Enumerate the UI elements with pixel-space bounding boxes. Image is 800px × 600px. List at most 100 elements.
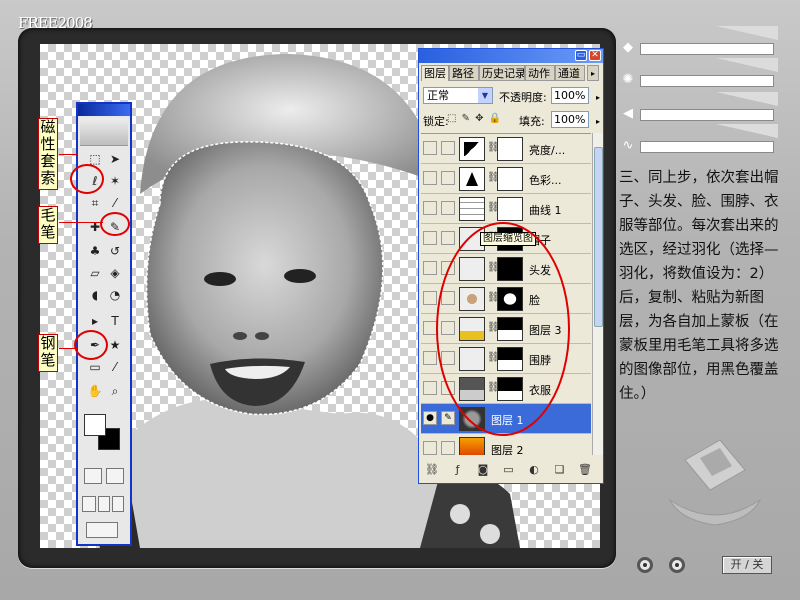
crop-tool-icon[interactable]: ⌗: [86, 194, 104, 212]
history-brush-tool-icon[interactable]: ↺: [106, 242, 124, 260]
link-toggle[interactable]: [441, 201, 455, 215]
jump-to-imageready-button[interactable]: [86, 522, 118, 538]
blur-tool-icon[interactable]: ◖: [86, 286, 104, 304]
tab-paths[interactable]: 路径: [449, 65, 479, 81]
layer-mask-thumb: [497, 137, 523, 161]
layer-mask-thumb: [497, 167, 523, 191]
scroll-thumb[interactable]: [594, 147, 603, 327]
brush-icon[interactable]: ✎: [441, 411, 455, 425]
screen-mode-2-button[interactable]: [98, 496, 110, 512]
pen-highlight: [74, 330, 108, 360]
slider-track[interactable]: [640, 43, 774, 55]
visibility-toggle[interactable]: [423, 291, 437, 305]
wave-slider-row[interactable]: ∿: [620, 124, 780, 154]
wave-icon: ∿: [622, 138, 634, 153]
tab-history[interactable]: 历史记录: [479, 65, 525, 81]
slider-track[interactable]: [640, 141, 774, 153]
magic-wand-tool-icon[interactable]: ✶: [106, 172, 124, 190]
minimize-icon[interactable]: ▭: [575, 50, 587, 61]
visibility-toggle[interactable]: [423, 171, 437, 185]
link-layers-icon[interactable]: ⛓: [421, 463, 443, 476]
brightness-slider-row[interactable]: ◆: [620, 26, 780, 56]
bucket-tool-icon[interactable]: ◈: [106, 264, 124, 282]
visibility-toggle[interactable]: [423, 261, 437, 275]
dodge-tool-icon[interactable]: ◔: [106, 286, 124, 304]
zoom-tool-icon[interactable]: ⌕: [106, 382, 124, 400]
visibility-toggle[interactable]: [423, 231, 437, 245]
tab-actions[interactable]: 动作: [525, 65, 555, 81]
visibility-toggle[interactable]: [423, 381, 437, 395]
link-toggle[interactable]: [441, 441, 455, 455]
slice-tool-icon[interactable]: ⁄: [106, 194, 124, 212]
lock-icons[interactable]: ⬚ ✎ ✥ 🔒: [447, 113, 502, 124]
droplet-icon: ◆: [623, 40, 633, 55]
path-select-tool-icon[interactable]: ▸: [86, 312, 104, 330]
slider-track[interactable]: [640, 75, 774, 87]
add-mask-icon[interactable]: ◙: [472, 463, 494, 476]
stamp-tool-icon[interactable]: ♣: [86, 242, 104, 260]
knob-right[interactable]: [669, 557, 685, 573]
fill-label: 填充:: [519, 115, 545, 128]
link-toggle[interactable]: [441, 141, 455, 155]
slider-ramp: [716, 124, 778, 138]
layer-row-curves[interactable]: ⛓ 曲线 1: [421, 194, 591, 224]
layer-name: 亮度/...: [529, 144, 566, 157]
visibility-toggle[interactable]: [423, 441, 437, 455]
fill-input[interactable]: 100% ▸: [551, 111, 600, 128]
palette-menu-icon[interactable]: ▸: [587, 65, 599, 81]
adjustment-thumb: [459, 137, 485, 161]
volume-slider-row[interactable]: ◀: [620, 92, 780, 122]
standard-mode-button[interactable]: [84, 468, 102, 484]
layer-name: 图层 2: [491, 444, 524, 455]
slider-ramp: [716, 26, 778, 40]
blend-mode-select[interactable]: 正常 ▼: [423, 87, 493, 104]
layer-row-color[interactable]: ⛓ 色彩...: [421, 164, 591, 194]
tab-layers[interactable]: 图层: [421, 65, 449, 81]
trash-icon[interactable]: 🗑: [574, 463, 596, 476]
tab-channels[interactable]: 通道: [555, 65, 585, 81]
magnetic-lasso-highlight: [70, 164, 104, 194]
type-tool-icon[interactable]: T: [106, 312, 124, 330]
knob-left[interactable]: [637, 557, 653, 573]
screen-mode-3-button[interactable]: [112, 496, 124, 512]
opacity-arrow-icon[interactable]: ▸: [596, 90, 600, 105]
eye-icon[interactable]: ●: [423, 411, 437, 425]
toolbox-titlebar: [78, 104, 130, 116]
sun-slider-row[interactable]: ✺: [620, 58, 780, 88]
add-style-icon[interactable]: ƒ: [447, 463, 469, 476]
eraser-tool-icon[interactable]: ▱: [86, 264, 104, 282]
slider-track[interactable]: [640, 109, 774, 121]
layer-name: 曲线 1: [529, 204, 562, 217]
quickmask-mode-button[interactable]: [106, 468, 124, 484]
layer-row-brightness[interactable]: ⛓ 亮度/...: [421, 134, 591, 164]
foreground-color-swatch[interactable]: [84, 414, 106, 436]
visibility-toggle[interactable]: [423, 141, 437, 155]
new-layer-icon[interactable]: ❏: [549, 463, 571, 476]
magnetic-lasso-label: 磁性套索: [38, 118, 58, 190]
notes-tool-icon[interactable]: ▭: [86, 358, 104, 376]
power-button[interactable]: 开 / 关: [722, 556, 772, 574]
layer-row-layer2[interactable]: 图层 2: [421, 434, 591, 455]
new-set-icon[interactable]: ▭: [498, 463, 520, 476]
eyedropper-tool-icon[interactable]: ⁄: [106, 358, 124, 376]
tv-emblem-icon: [668, 439, 762, 526]
new-adjustment-icon[interactable]: ◐: [523, 463, 545, 476]
hand-tool-icon[interactable]: ✋: [86, 382, 104, 400]
tutorial-description: 三、同上步，依次套出帽子、头发、脸、围脖、衣服等部位。每次套出来的选区，经过羽化…: [619, 170, 779, 402]
link-toggle[interactable]: [441, 171, 455, 185]
close-icon[interactable]: ✕: [589, 50, 601, 61]
move-tool-icon[interactable]: ➤: [106, 150, 124, 168]
toolbox-logo: [80, 118, 128, 146]
screen-mode-1-button[interactable]: [82, 496, 96, 512]
link-toggle[interactable]: [441, 231, 455, 245]
layer-scrollbar[interactable]: [592, 133, 603, 455]
visibility-toggle[interactable]: [423, 351, 437, 365]
layer-thumb: [459, 437, 485, 455]
visibility-toggle[interactable]: [423, 321, 437, 335]
brush-label: 毛笔: [38, 206, 58, 244]
fill-arrow-icon[interactable]: ▸: [596, 114, 600, 129]
visibility-toggle[interactable]: [423, 201, 437, 215]
shape-tool-icon[interactable]: ★: [106, 336, 124, 354]
opacity-input[interactable]: 100% ▸: [551, 87, 600, 104]
leader-line: [59, 222, 103, 223]
